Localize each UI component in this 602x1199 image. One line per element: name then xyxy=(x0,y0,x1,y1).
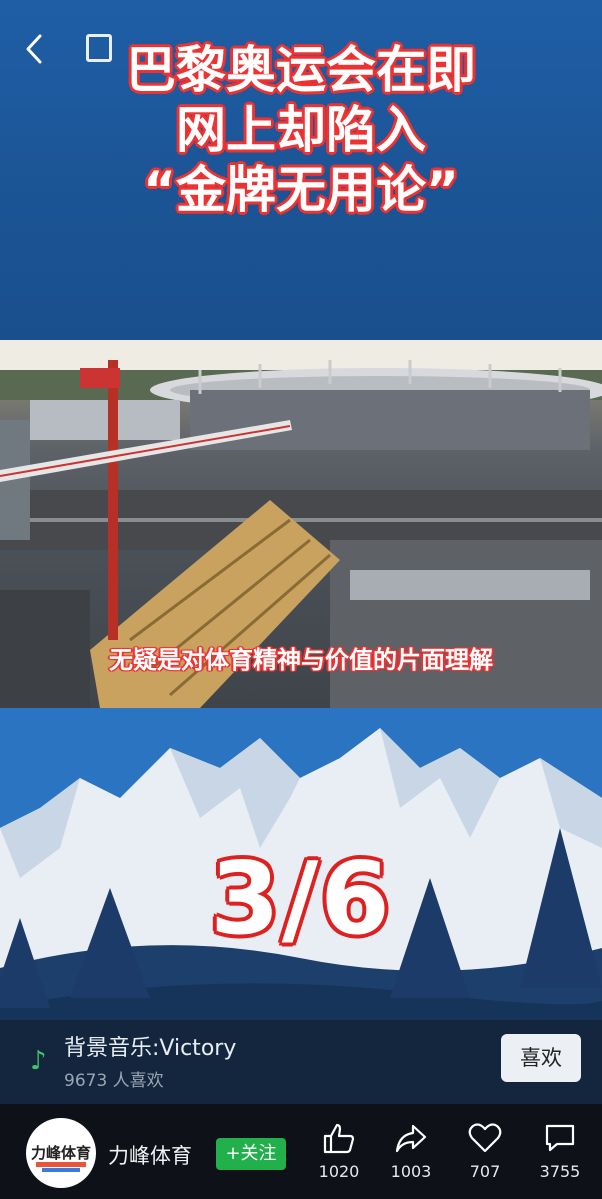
slide-counter: 3/6 xyxy=(210,840,392,957)
comment-count: 3755 xyxy=(539,1162,581,1181)
like-action[interactable]: 1020 xyxy=(309,1122,369,1181)
avatar[interactable]: 力峰体育 xyxy=(26,1118,96,1188)
video-title: 巴黎奥运会在即 网上却陷入 “金牌无用论” xyxy=(0,40,602,220)
author-name[interactable]: 力峰体育 xyxy=(108,1140,192,1170)
title-panel: 巴黎奥运会在即 网上却陷入 “金牌无用论” xyxy=(0,0,602,340)
stadium-photo: 无疑是对体育精神与价值的片面理解 xyxy=(0,340,602,708)
comment-action[interactable]: 3755 xyxy=(530,1122,590,1181)
video-post-screen: 巴黎奥运会在即 网上却陷入 “金牌无用论” 无疑是对体育精神与价值的片面理解 3… xyxy=(0,0,602,1199)
thumbs-up-icon xyxy=(323,1123,355,1154)
title-line-2: 网上却陷入 xyxy=(176,101,426,159)
avatar-logo-stripe xyxy=(36,1162,86,1167)
like-music-button[interactable]: 喜欢 xyxy=(501,1034,581,1082)
comment-icon xyxy=(545,1124,575,1152)
follow-button[interactable]: +关注 xyxy=(216,1138,286,1170)
like-count: 1020 xyxy=(318,1162,360,1181)
music-title: 背景音乐:Victory xyxy=(64,1036,237,1061)
favorite-count: 707 xyxy=(469,1162,501,1181)
avatar-logo-stripe-2 xyxy=(42,1168,80,1172)
share-count: 1003 xyxy=(390,1162,432,1181)
title-line-3: “金牌无用论” xyxy=(143,161,459,219)
heart-icon xyxy=(468,1123,502,1153)
music-note-icon: ♪ xyxy=(30,1046,47,1076)
favorite-action[interactable]: 707 xyxy=(455,1122,515,1181)
background-music-bar[interactable]: ♪ 背景音乐:Victory 9673 人喜欢 喜欢 xyxy=(0,1020,602,1104)
share-icon xyxy=(395,1124,427,1153)
subtitle-caption: 无疑是对体育精神与价值的片面理解 xyxy=(109,646,493,674)
share-action[interactable]: 1003 xyxy=(381,1122,441,1181)
avatar-logo-text: 力峰体育 xyxy=(30,1144,91,1162)
music-like-count: 9673 人喜欢 xyxy=(64,1071,164,1091)
author-action-bar: 力峰体育 力峰体育 +关注 1020 1003 707 3755 xyxy=(0,1104,602,1199)
title-line-1: 巴黎奥运会在即 xyxy=(126,41,476,99)
